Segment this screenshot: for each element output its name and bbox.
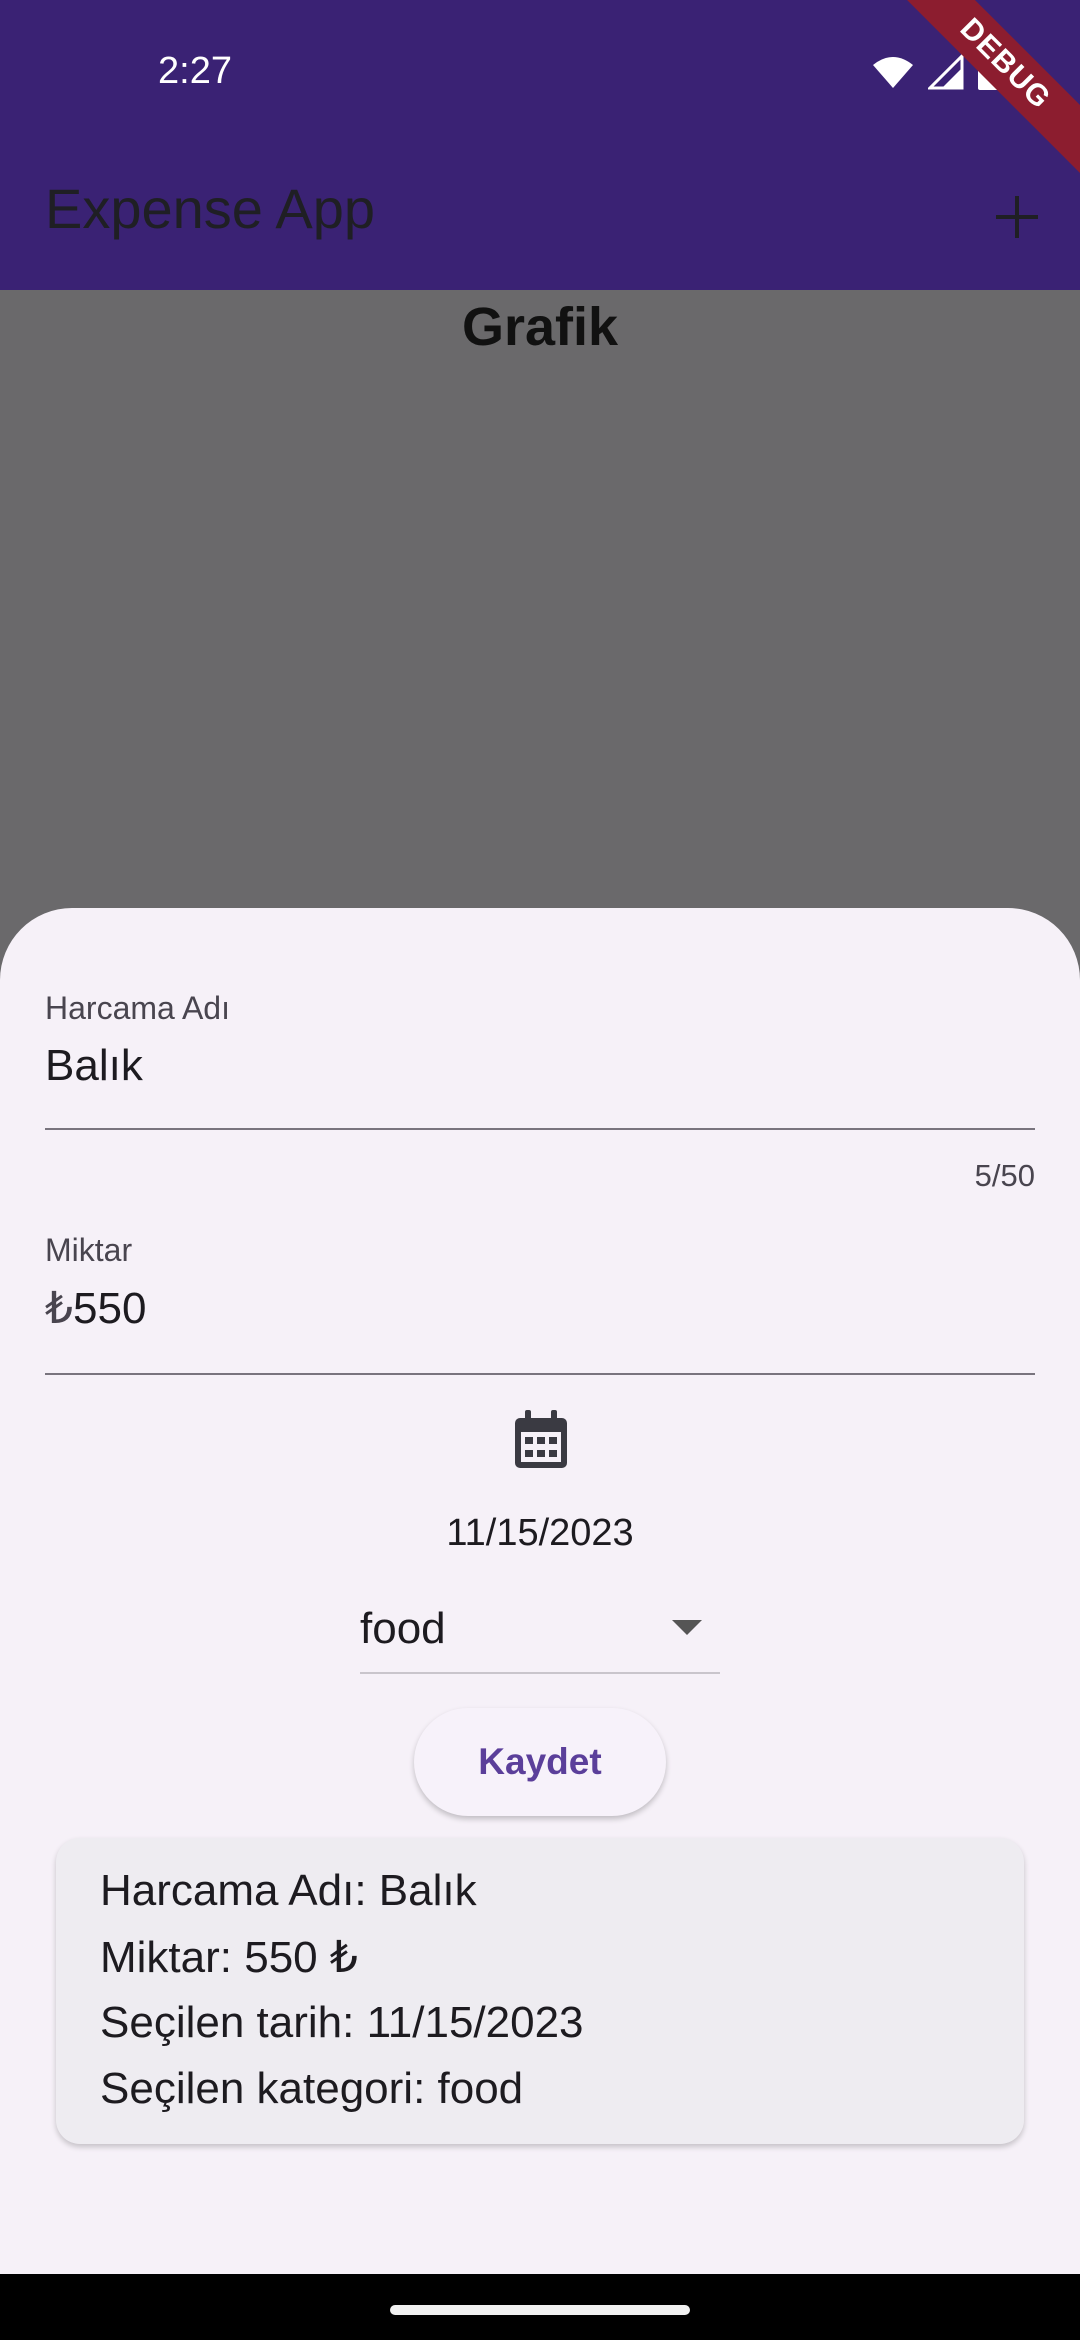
signal-icon bbox=[928, 54, 964, 90]
category-selected: food bbox=[360, 1604, 446, 1653]
home-indicator[interactable] bbox=[390, 2305, 690, 2315]
status-time: 2:27 bbox=[158, 50, 232, 92]
save-button[interactable]: Kaydet bbox=[414, 1708, 666, 1816]
summary-amount: Miktar: 550 ₺ bbox=[100, 1933, 358, 1982]
amount-field[interactable]: Miktar ₺550 bbox=[45, 1232, 1035, 1334]
summary-date: Seçilen tarih: 11/15/2023 bbox=[100, 1998, 584, 2047]
app-title: Expense App bbox=[45, 177, 376, 240]
category-dropdown[interactable]: food bbox=[360, 1598, 720, 1674]
summary-name: Harcama Adı: Balık bbox=[100, 1866, 477, 1915]
amount-value[interactable]: 550 bbox=[73, 1284, 146, 1333]
calendar-icon[interactable] bbox=[513, 1410, 569, 1470]
chart-title: Grafik bbox=[461, 297, 619, 357]
expense-name-underline bbox=[45, 1128, 1035, 1130]
char-counter: 5/50 bbox=[974, 1158, 1035, 1193]
summary-category: Seçilen kategori: food bbox=[100, 2064, 524, 2113]
expense-name-field[interactable]: Harcama Adı Balık bbox=[45, 990, 1035, 1091]
selected-date: 11/15/2023 bbox=[446, 1512, 634, 1554]
amount-label: Miktar bbox=[45, 1232, 133, 1268]
debug-banner: DEBUG bbox=[885, 0, 1080, 184]
amount-value-row[interactable]: ₺550 bbox=[45, 1283, 1035, 1334]
screen: 2:27 Expense App DEBUG Grafik Harcama Ad… bbox=[0, 0, 1080, 2340]
expense-name-value[interactable]: Balık bbox=[45, 1041, 1035, 1091]
amount-underline bbox=[45, 1373, 1035, 1375]
dropdown-arrow-icon bbox=[672, 1620, 702, 1635]
app-bar: 2:27 Expense App DEBUG bbox=[0, 0, 1080, 290]
summary-card: Harcama Adı: Balık Miktar: 550 ₺ Seçilen… bbox=[56, 1838, 1024, 2144]
wifi-icon bbox=[873, 57, 913, 88]
add-icon[interactable] bbox=[982, 182, 1052, 252]
currency-prefix: ₺ bbox=[45, 1284, 73, 1333]
expense-name-label: Harcama Adı bbox=[45, 990, 230, 1026]
